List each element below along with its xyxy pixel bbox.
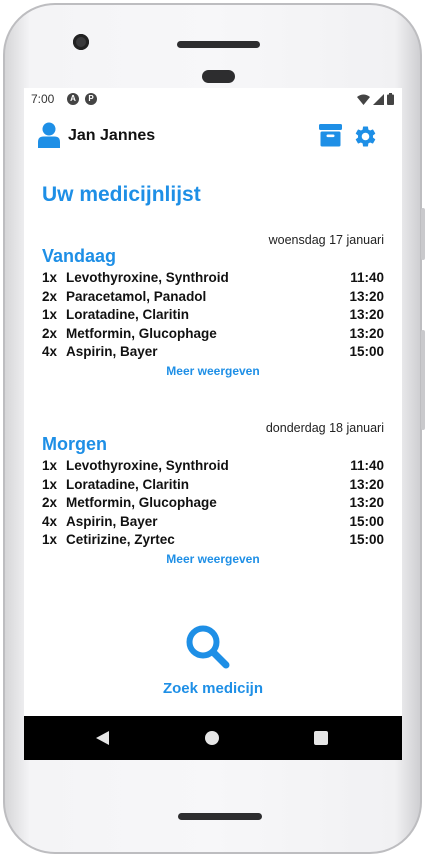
search-label: Zoek medicijn — [162, 680, 264, 697]
med-name: Levothyroxine, Synthroid — [66, 270, 229, 285]
med-time: 15:00 — [349, 532, 384, 548]
med-quantity: 4x — [42, 513, 58, 529]
recents-icon[interactable] — [314, 731, 328, 745]
med-row[interactable]: 1x Loratadine, Claritin 13:20 — [42, 307, 384, 326]
power-button — [421, 208, 425, 260]
home-icon[interactable] — [205, 731, 219, 745]
med-time: 11:40 — [350, 270, 384, 285]
med-time: 15:00 — [349, 344, 384, 360]
med-quantity: 2x — [42, 325, 58, 341]
app-header: Jan Jannes — [24, 118, 402, 154]
today-date: woensdag 17 januari — [268, 233, 384, 247]
med-time: 13:20 — [349, 476, 384, 492]
archive-icon[interactable] — [319, 124, 342, 147]
user-name: Jan Jannes — [68, 127, 156, 144]
wifi-icon — [357, 94, 370, 105]
search-icon — [186, 625, 230, 669]
med-row[interactable]: 1x Levothyroxine, Synthroid 11:40 — [42, 270, 384, 289]
show-more-tomorrow-link[interactable]: Meer weergeven — [42, 552, 384, 566]
med-name: Loratadine, Claritin — [66, 476, 190, 492]
med-row[interactable]: 2x Metformin, Glucophage 13:20 — [42, 326, 384, 345]
system-nav-bar — [24, 716, 402, 760]
med-row[interactable]: 1x Cetirizine, Zyrtec 15:00 — [42, 532, 384, 551]
tomorrow-date: donderdag 18 januari — [265, 421, 384, 435]
bottom-speaker — [178, 813, 262, 820]
show-more-today-link[interactable]: Meer weergeven — [42, 364, 384, 378]
earpiece-speaker — [177, 41, 260, 48]
med-time: 13:20 — [349, 325, 384, 341]
p-notification-icon: P — [85, 93, 97, 105]
med-name: Cetirizine, Zyrtec — [66, 532, 175, 548]
med-time: 15:00 — [349, 513, 384, 529]
app-screen: 7:00 A P Jan Jannes Uw medicijnlijst woe… — [24, 88, 402, 760]
med-row[interactable]: 2x Paracetamol, Panadol 13:20 — [42, 289, 384, 308]
med-name: Metformin, Glucophage — [66, 495, 217, 511]
med-row[interactable]: 4x Aspirin, Bayer 15:00 — [42, 344, 384, 363]
today-heading: Vandaag — [42, 246, 117, 266]
med-quantity: 2x — [42, 495, 58, 511]
status-bar: 7:00 A P — [24, 88, 402, 110]
med-quantity: 1x — [42, 458, 58, 473]
med-row[interactable]: 4x Aspirin, Bayer 15:00 — [42, 514, 384, 533]
battery-icon — [387, 93, 394, 105]
med-time: 11:40 — [350, 458, 384, 473]
med-quantity: 1x — [42, 532, 58, 548]
volume-button — [421, 330, 425, 430]
signal-icon — [373, 93, 384, 105]
med-name: Paracetamol, Panadol — [66, 288, 207, 304]
sensor-slot — [202, 70, 235, 83]
med-name: Aspirin, Bayer — [66, 513, 158, 529]
med-name: Metformin, Glucophage — [66, 325, 217, 341]
tomorrow-med-list: 1x Levothyroxine, Synthroid 11:40 1x Lor… — [42, 458, 384, 566]
med-quantity: 4x — [42, 344, 58, 360]
back-icon[interactable] — [96, 731, 109, 745]
status-icons — [357, 93, 394, 105]
med-quantity: 2x — [42, 288, 58, 304]
page-title: Uw medicijnlijst — [42, 183, 201, 206]
med-quantity: 1x — [42, 270, 58, 285]
med-row[interactable]: 2x Metformin, Glucophage 13:20 — [42, 495, 384, 514]
front-camera — [73, 34, 89, 50]
med-time: 13:20 — [349, 495, 384, 511]
med-row[interactable]: 1x Levothyroxine, Synthroid 11:40 — [42, 458, 384, 477]
gear-icon[interactable] — [353, 124, 378, 149]
med-name: Aspirin, Bayer — [66, 344, 158, 360]
user-icon — [38, 122, 60, 148]
med-quantity: 1x — [42, 307, 58, 323]
a-notification-icon: A — [67, 93, 79, 105]
med-quantity: 1x — [42, 476, 58, 492]
search-medicine-button[interactable]: Zoek medicijn — [24, 618, 402, 708]
today-med-list: 1x Levothyroxine, Synthroid 11:40 2x Par… — [42, 270, 384, 378]
status-time: 7:00 — [31, 92, 55, 106]
med-name: Loratadine, Claritin — [66, 307, 190, 323]
med-time: 13:20 — [349, 288, 384, 304]
med-name: Levothyroxine, Synthroid — [66, 458, 229, 473]
tomorrow-heading: Morgen — [42, 434, 107, 454]
med-row[interactable]: 1x Loratadine, Claritin 13:20 — [42, 477, 384, 496]
med-time: 13:20 — [349, 307, 384, 323]
